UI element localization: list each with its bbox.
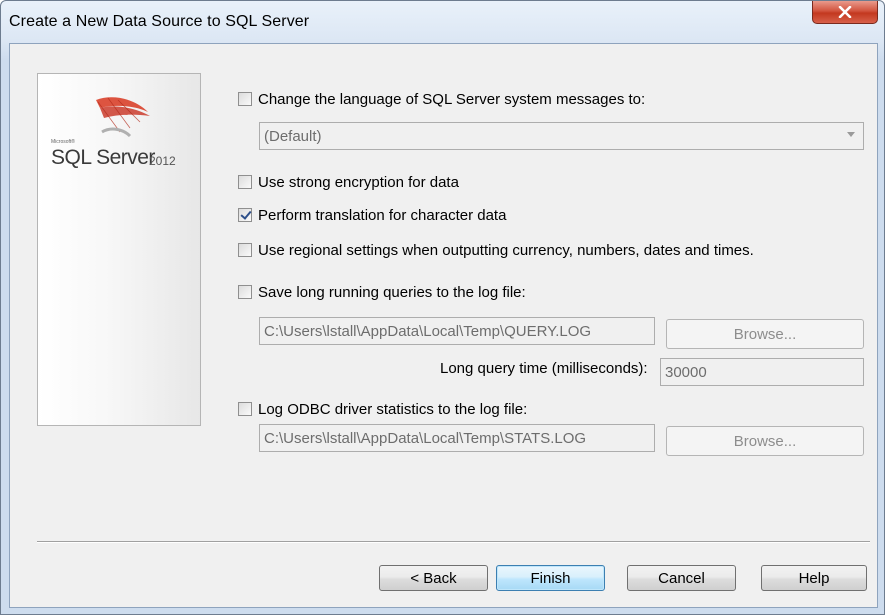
finish-button-label: Finish (530, 569, 571, 587)
regional-option[interactable]: Use regional settings when outputting cu… (238, 240, 754, 260)
odbc-stats-label: Log ODBC driver statistics to the log fi… (258, 400, 528, 418)
stats-log-path-value: C:\Users\lstall\AppData\Local\Temp\STATS… (264, 429, 587, 447)
query-browse-button[interactable]: Browse... (666, 319, 864, 349)
close-button[interactable] (812, 1, 878, 24)
language-select-value: (Default) (264, 127, 322, 145)
language-checkbox[interactable] (238, 92, 252, 106)
translation-label: Perform translation for character data (258, 206, 507, 224)
back-button[interactable]: < Back (379, 565, 488, 591)
language-select[interactable]: (Default) (259, 122, 864, 150)
cancel-button-label: Cancel (658, 569, 705, 587)
long-query-time-value: 30000 (665, 363, 707, 381)
odbc-stats-checkbox[interactable] (238, 402, 252, 416)
language-option[interactable]: Change the language of SQL Server system… (238, 89, 645, 109)
stats-browse-label: Browse... (733, 432, 797, 450)
query-log-path-value: C:\Users\lstall\AppData\Local\Temp\QUERY… (264, 322, 592, 340)
sql-server-version: 2012 (149, 154, 176, 168)
footer-separator (37, 541, 870, 543)
long-queries-option[interactable]: Save long running queries to the log fil… (238, 282, 526, 302)
dialog-client-area: Microsoft® SQL Server 2012 Change the la… (9, 43, 878, 608)
chevron-down-icon (847, 132, 855, 137)
odbc-stats-option[interactable]: Log ODBC driver statistics to the log fi… (238, 399, 527, 419)
encryption-option[interactable]: Use strong encryption for data (238, 172, 459, 192)
stats-browse-button[interactable]: Browse... (666, 426, 864, 456)
translation-checkbox[interactable] (238, 208, 252, 222)
microsoft-wordmark: Microsoft® (51, 139, 75, 145)
dialog-window: Create a New Data Source to SQL Server M… (0, 0, 885, 615)
query-log-path-field[interactable]: C:\Users\lstall\AppData\Local\Temp\QUERY… (259, 317, 655, 345)
cancel-button[interactable]: Cancel (627, 565, 736, 591)
query-browse-label: Browse... (733, 325, 797, 343)
help-button[interactable]: Help (761, 565, 867, 591)
encryption-label: Use strong encryption for data (258, 173, 459, 191)
long-query-time-field[interactable]: 30000 (660, 358, 864, 386)
long-query-time-label: Long query time (milliseconds): (440, 360, 648, 377)
help-button-label: Help (798, 569, 830, 587)
regional-checkbox[interactable] (238, 243, 252, 257)
window-title: Create a New Data Source to SQL Server (9, 13, 310, 30)
finish-button[interactable]: Finish (496, 565, 605, 591)
long-queries-checkbox[interactable] (238, 285, 252, 299)
back-button-label: < Back (410, 569, 457, 587)
close-icon (838, 6, 852, 18)
sql-server-wordmark: SQL Server (51, 146, 155, 169)
sql-server-banner: Microsoft® SQL Server 2012 (37, 73, 201, 426)
long-queries-label: Save long running queries to the log fil… (258, 283, 526, 301)
sql-server-logo-icon (96, 97, 150, 138)
encryption-checkbox[interactable] (238, 175, 252, 189)
translation-option[interactable]: Perform translation for character data (238, 205, 506, 225)
stats-log-path-field[interactable]: C:\Users\lstall\AppData\Local\Temp\STATS… (259, 424, 655, 452)
regional-label: Use regional settings when outputting cu… (258, 241, 754, 259)
language-label: Change the language of SQL Server system… (258, 90, 646, 108)
